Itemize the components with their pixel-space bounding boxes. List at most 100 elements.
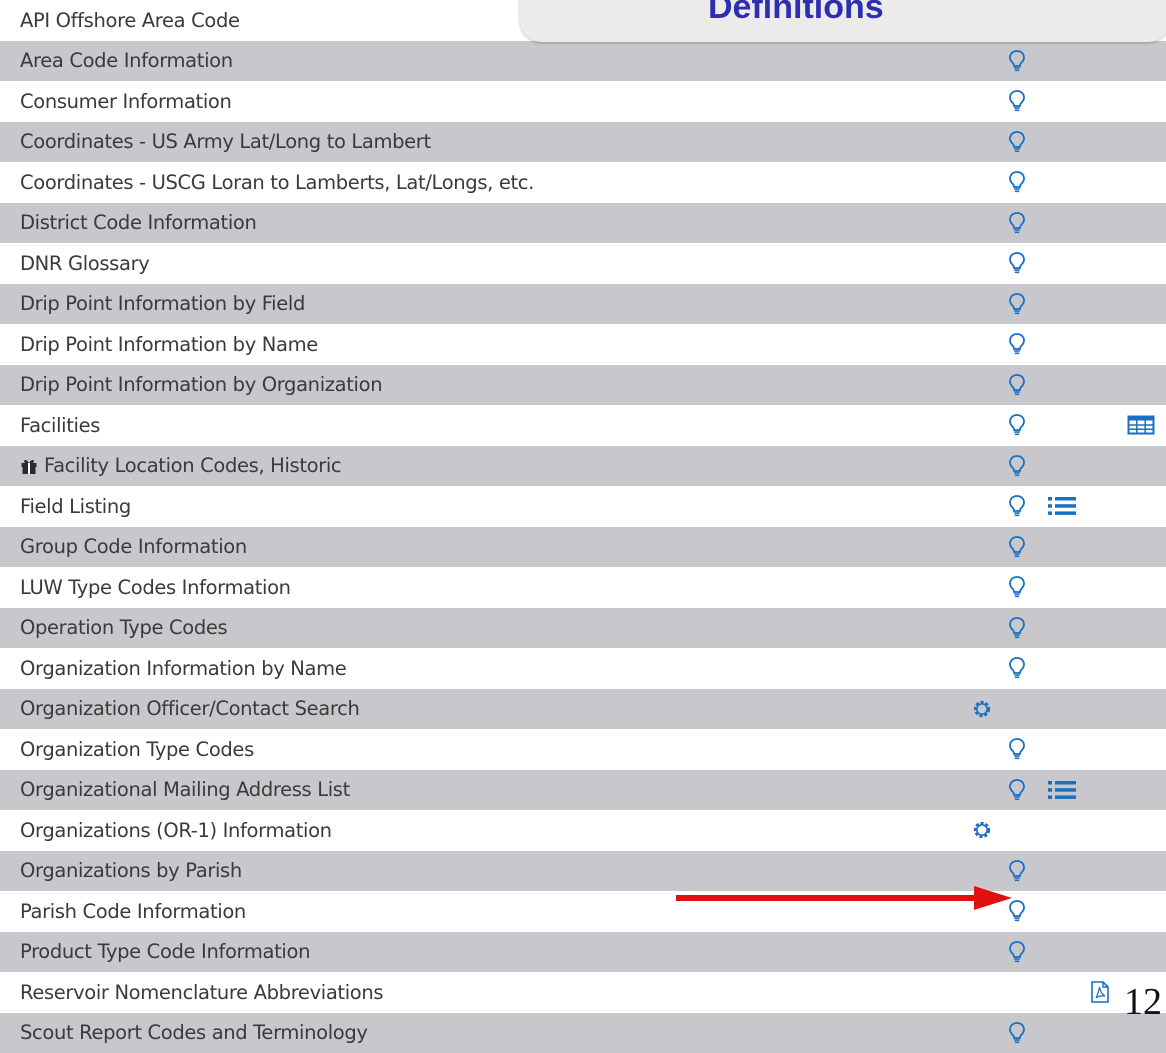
list-item-reservoir-nomenclature-abbreviations[interactable]: Reservoir Nomenclature Abbreviations: [0, 972, 1166, 1013]
list-item-organizational-mailing-address-list[interactable]: Organizational Mailing Address List: [0, 770, 1166, 811]
list-item-text: Field Listing: [20, 495, 131, 518]
list-item-coordinates-us-army-lat-long-to-lambert[interactable]: Coordinates - US Army Lat/Long to Lamber…: [0, 122, 1166, 163]
list-item-luw-type-codes-information[interactable]: LUW Type Codes Information: [0, 567, 1166, 608]
list-item-text: Facility Location Codes, Historic: [44, 454, 341, 477]
list-item-label[interactable]: Drip Point Information by Name: [20, 324, 318, 365]
list-item-product-type-code-information[interactable]: Product Type Code Information: [0, 932, 1166, 973]
list-item-scout-report-codes-and-terminology[interactable]: Scout Report Codes and Terminology: [0, 1013, 1166, 1053]
bulb-icon[interactable]: [1007, 616, 1027, 640]
list-item-organization-officer-contact-search[interactable]: Organization Officer/Contact Search: [0, 689, 1166, 730]
list-item-district-code-information[interactable]: District Code Information: [0, 203, 1166, 244]
list-item-consumer-information[interactable]: Consumer Information: [0, 81, 1166, 122]
list-item-label[interactable]: Organizational Mailing Address List: [20, 770, 350, 811]
bulb-icon[interactable]: [1007, 575, 1027, 599]
list-item-dnr-glossary[interactable]: DNR Glossary: [0, 243, 1166, 284]
bulb-icon[interactable]: [1007, 251, 1027, 275]
list-item-label[interactable]: LUW Type Codes Information: [20, 567, 291, 608]
list-item-label[interactable]: Operation Type Codes: [20, 608, 227, 649]
list-item-label[interactable]: DNR Glossary: [20, 243, 149, 284]
bulb-icon[interactable]: [1007, 454, 1027, 478]
bulb-icon[interactable]: [1007, 535, 1027, 559]
list-item-text: Drip Point Information by Organization: [20, 373, 382, 396]
list-item-drip-point-information-by-field[interactable]: Drip Point Information by Field: [0, 284, 1166, 325]
list-item-facility-location-codes-historic[interactable]: Facility Location Codes, Historic: [0, 446, 1166, 487]
list-item-text: LUW Type Codes Information: [20, 576, 291, 599]
gear-icon[interactable]: [970, 818, 994, 842]
list-icon[interactable]: [1047, 780, 1077, 800]
list-item-text: Drip Point Information by Field: [20, 292, 305, 315]
list-item-text: Organizations by Parish: [20, 859, 242, 882]
list-item-label[interactable]: Drip Point Information by Field: [20, 284, 305, 325]
bulb-icon[interactable]: [1007, 89, 1027, 113]
definitions-popup: Definitions: [520, 0, 1166, 42]
list-item-field-listing[interactable]: Field Listing: [0, 486, 1166, 527]
table-icon[interactable]: [1127, 415, 1155, 435]
list-item-text: Drip Point Information by Name: [20, 333, 318, 356]
bulb-icon[interactable]: [1007, 778, 1027, 802]
list-item-drip-point-information-by-name[interactable]: Drip Point Information by Name: [0, 324, 1166, 365]
list-item-text: Coordinates - USCG Loran to Lamberts, La…: [20, 171, 534, 194]
bulb-icon[interactable]: [1007, 170, 1027, 194]
gear-icon[interactable]: [970, 697, 994, 721]
bulb-icon[interactable]: [1007, 130, 1027, 154]
list-item-label[interactable]: Product Type Code Information: [20, 932, 310, 973]
list-item-organization-type-codes[interactable]: Organization Type Codes: [0, 729, 1166, 770]
list-item-text: Product Type Code Information: [20, 940, 310, 963]
bulb-icon[interactable]: [1007, 292, 1027, 316]
bulb-icon[interactable]: [1007, 1021, 1027, 1045]
list-item-label[interactable]: Organizations by Parish: [20, 851, 242, 892]
list-item-group-code-information[interactable]: Group Code Information: [0, 527, 1166, 568]
list-item-text: Group Code Information: [20, 535, 247, 558]
list-item-area-code-information[interactable]: Area Code Information: [0, 41, 1166, 82]
list-item-drip-point-information-by-organization[interactable]: Drip Point Information by Organization: [0, 365, 1166, 406]
list-item-text: Reservoir Nomenclature Abbreviations: [20, 981, 383, 1004]
bulb-icon[interactable]: [1007, 940, 1027, 964]
bulb-icon[interactable]: [1007, 737, 1027, 761]
list-item-text: Scout Report Codes and Terminology: [20, 1021, 368, 1044]
list-item-label[interactable]: Drip Point Information by Organization: [20, 365, 382, 406]
list-item-organization-information-by-name[interactable]: Organization Information by Name: [0, 648, 1166, 689]
list-item-label[interactable]: Reservoir Nomenclature Abbreviations: [20, 972, 383, 1013]
bulb-icon[interactable]: [1007, 413, 1027, 437]
list-item-label[interactable]: Parish Code Information: [20, 891, 246, 932]
list-item-text: Organizations (OR-1) Information: [20, 819, 332, 842]
list-item-label[interactable]: Coordinates - US Army Lat/Long to Lamber…: [20, 122, 431, 163]
list-item-text: Operation Type Codes: [20, 616, 227, 639]
pdf-icon[interactable]: [1088, 980, 1112, 1004]
gift-icon: [20, 457, 38, 475]
list-item-label[interactable]: API Offshore Area Code: [20, 0, 240, 41]
list-item-label[interactable]: Group Code Information: [20, 527, 247, 568]
list-item-label[interactable]: Consumer Information: [20, 81, 232, 122]
list-icon[interactable]: [1047, 496, 1077, 516]
list-item-label[interactable]: Scout Report Codes and Terminology: [20, 1013, 368, 1053]
bulb-icon[interactable]: [1007, 859, 1027, 883]
list-item-label[interactable]: Area Code Information: [20, 41, 233, 82]
list-item-label[interactable]: Organization Information by Name: [20, 648, 346, 689]
list-item-coordinates-uscg-loran-to-lamberts-lat-longs-etc[interactable]: Coordinates - USCG Loran to Lamberts, La…: [0, 162, 1166, 203]
list-item-label[interactable]: Facility Location Codes, Historic: [20, 446, 341, 487]
list-item-label[interactable]: Organization Officer/Contact Search: [20, 689, 359, 730]
list-item-text: Organization Officer/Contact Search: [20, 697, 359, 720]
list-item-label[interactable]: Field Listing: [20, 486, 131, 527]
list-item-text: DNR Glossary: [20, 252, 149, 275]
list-item-text: Parish Code Information: [20, 900, 246, 923]
list-item-organizations-or-1-information[interactable]: Organizations (OR-1) Information: [0, 810, 1166, 851]
list-item-label[interactable]: Organizations (OR-1) Information: [20, 810, 332, 851]
list-item-text: Area Code Information: [20, 49, 233, 72]
list-item-label[interactable]: Facilities: [20, 405, 100, 446]
list-item-text: Organization Information by Name: [20, 657, 346, 680]
bulb-icon[interactable]: [1007, 656, 1027, 680]
bulb-icon[interactable]: [1007, 494, 1027, 518]
list-item-text: Coordinates - US Army Lat/Long to Lamber…: [20, 130, 431, 153]
bulb-icon[interactable]: [1007, 332, 1027, 356]
list-item-operation-type-codes[interactable]: Operation Type Codes: [0, 608, 1166, 649]
list-item-label[interactable]: Coordinates - USCG Loran to Lamberts, La…: [20, 162, 534, 203]
list-item-text: Organization Type Codes: [20, 738, 254, 761]
list-item-label[interactable]: District Code Information: [20, 203, 257, 244]
list-item-label[interactable]: Organization Type Codes: [20, 729, 254, 770]
bulb-icon[interactable]: [1007, 211, 1027, 235]
list-item-facilities[interactable]: Facilities: [0, 405, 1166, 446]
bulb-icon[interactable]: [1007, 373, 1027, 397]
bulb-icon[interactable]: [1007, 49, 1027, 73]
page-number: 12: [1124, 980, 1162, 1024]
